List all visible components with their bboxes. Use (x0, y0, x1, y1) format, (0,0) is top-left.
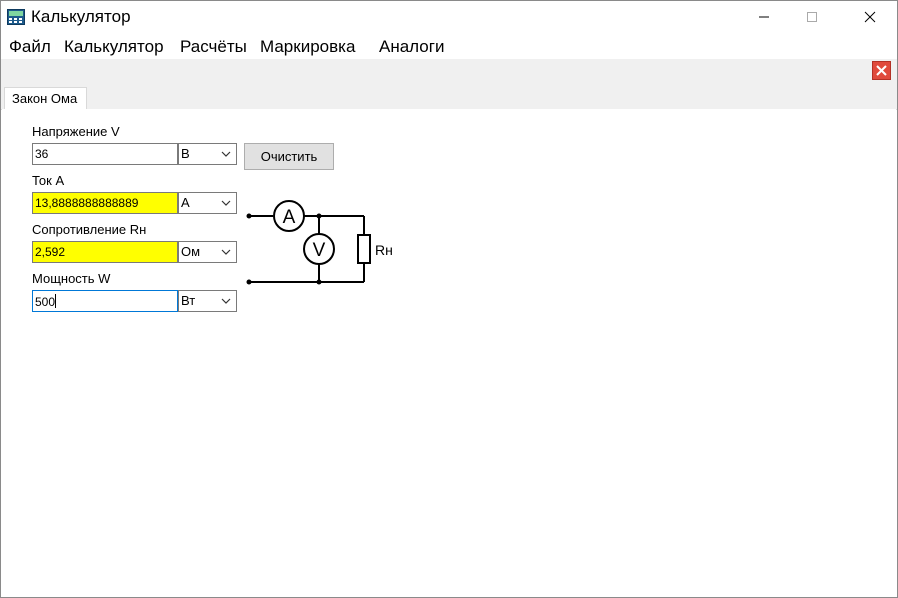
text-caret (55, 294, 57, 308)
junction-dot (316, 279, 322, 285)
minimize-icon (759, 16, 769, 18)
current-unit-select[interactable]: А (178, 192, 237, 214)
current-unit-value: А (181, 195, 190, 210)
voltage-unit-value: В (181, 146, 190, 161)
chevron-down-icon (221, 200, 231, 206)
maximize-icon (807, 12, 817, 22)
title-bar: Калькулятор (1, 1, 897, 35)
voltmeter-symbol: V (313, 240, 326, 261)
circuit-diagram: A V Rн (246, 200, 393, 285)
window-title: Калькулятор (31, 7, 131, 26)
app-window: Калькулятор Файл Калькулятор Расчёты Мар… (0, 0, 898, 598)
toolbar-strip (1, 59, 897, 85)
resistance-input[interactable]: 2,592 (32, 241, 178, 263)
tab-ohms-law[interactable]: Закон Ома (4, 87, 87, 110)
voltage-input[interactable]: 36 (32, 143, 178, 165)
minimize-button[interactable] (741, 1, 787, 33)
resistance-unit-select[interactable]: Ом (178, 241, 237, 263)
voltage-unit-select[interactable]: В (178, 143, 237, 165)
current-input[interactable]: 13,8888888888889 (32, 192, 178, 214)
menu-marking[interactable]: Маркировка (260, 37, 355, 57)
resistance-label: Сопротивление Rн (32, 222, 147, 237)
power-label: Мощность W (32, 271, 111, 286)
close-tab-button[interactable] (872, 61, 891, 80)
voltage-label: Напряжение V (32, 124, 120, 139)
chevron-down-icon (221, 298, 231, 304)
menu-calculations[interactable]: Расчёты (180, 37, 247, 57)
menu-calculator[interactable]: Калькулятор (64, 37, 164, 57)
current-label: Ток A (32, 173, 65, 188)
menu-file[interactable]: Файл (9, 37, 51, 57)
load-resistor-label: Rн (375, 242, 393, 258)
clear-button[interactable]: Очистить (244, 143, 334, 170)
tab-panel (2, 109, 896, 596)
menu-bar: Файл Калькулятор Расчёты Маркировка Анал… (1, 35, 897, 59)
terminal-dot (246, 279, 252, 285)
ammeter-symbol: A (283, 207, 296, 228)
calculator-app-icon (7, 9, 25, 25)
close-button[interactable] (847, 1, 893, 33)
terminal-dot (246, 213, 252, 219)
resistance-unit-value: Ом (181, 244, 201, 259)
power-input[interactable]: 500 (32, 290, 178, 312)
close-icon (864, 11, 876, 23)
junction-dot (316, 213, 322, 219)
power-unit-select[interactable]: Вт (178, 290, 237, 312)
chevron-down-icon (221, 249, 231, 255)
chevron-down-icon (221, 151, 231, 157)
close-tab-icon (876, 65, 887, 76)
power-input-value: 500 (35, 295, 56, 309)
tab-strip (1, 85, 897, 110)
menu-analogs[interactable]: Аналоги (379, 37, 444, 57)
power-unit-value: Вт (181, 293, 196, 308)
maximize-button[interactable] (789, 1, 835, 33)
